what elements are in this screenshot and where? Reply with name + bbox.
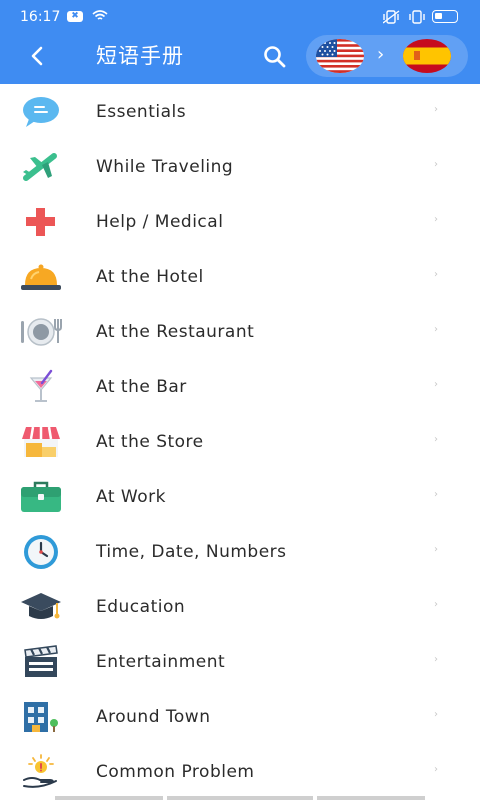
briefcase-icon xyxy=(21,481,61,512)
list-item-label: At Work xyxy=(96,487,166,507)
list-item-label: Entertainment xyxy=(96,652,226,672)
clapperboard-icon xyxy=(24,645,58,677)
bottom-nav-indicator xyxy=(55,796,425,800)
language-switcher[interactable]: › xyxy=(306,35,468,77)
list-item-essentials[interactable]: Essentials › xyxy=(0,84,480,139)
battery-icon xyxy=(432,10,458,23)
list-item-label: Help / Medical xyxy=(96,212,224,232)
idea-hand-icon xyxy=(23,754,57,788)
list-item-label: At the Hotel xyxy=(96,267,204,287)
list-item-around-town[interactable]: Around Town › xyxy=(0,689,480,744)
chevron-right-icon: › xyxy=(434,654,438,665)
list-item-entertainment[interactable]: Entertainment › xyxy=(0,634,480,689)
list-item-label: While Traveling xyxy=(96,157,234,177)
wifi-icon xyxy=(92,10,108,20)
list-item-label: Education xyxy=(96,597,186,617)
app-header: 16:17 ✖ 短语手册 › xyxy=(0,0,480,84)
chevron-right-icon: › xyxy=(434,709,438,720)
list-item-label: At the Store xyxy=(96,432,204,452)
chevron-right-icon: › xyxy=(434,269,438,280)
search-icon[interactable] xyxy=(262,44,288,70)
chevron-right-icon: › xyxy=(434,379,438,390)
list-item-label: Essentials xyxy=(96,102,187,122)
us-flag-icon[interactable] xyxy=(316,39,364,73)
chevron-right-icon: › xyxy=(434,544,438,555)
page-title: 短语手册 xyxy=(96,44,184,68)
speech-bubble-icon xyxy=(23,97,59,127)
clock-icon xyxy=(24,535,58,569)
service-bell-icon xyxy=(21,264,61,290)
list-item-time-date-numbers[interactable]: Time, Date, Numbers › xyxy=(0,524,480,579)
storefront-icon xyxy=(22,426,60,457)
list-item-at-the-store[interactable]: At the Store › xyxy=(0,414,480,469)
list-item-label: Time, Date, Numbers xyxy=(96,542,287,562)
list-item-while-traveling[interactable]: While Traveling › xyxy=(0,139,480,194)
plate-cutlery-icon xyxy=(21,318,62,346)
chevron-right-icon: › xyxy=(434,489,438,500)
list-item-label: Common Problem xyxy=(96,762,255,782)
list-item-at-work[interactable]: At Work › xyxy=(0,469,480,524)
list-item-at-the-bar[interactable]: At the Bar › xyxy=(0,359,480,414)
back-arrow-icon[interactable] xyxy=(26,44,50,68)
graduation-cap-icon xyxy=(21,593,61,619)
list-item-label: Around Town xyxy=(96,707,211,727)
notification-icon: ✖ xyxy=(67,11,83,22)
list-item-label: At the Bar xyxy=(96,377,187,397)
status-time: 16:17 xyxy=(20,9,61,25)
status-bar: 16:17 ✖ xyxy=(0,0,480,34)
chevron-right-icon: › xyxy=(434,324,438,335)
list-item-common-problem[interactable]: Common Problem › xyxy=(0,744,480,799)
list-item-label: At the Restaurant xyxy=(96,322,255,342)
cocktail-icon xyxy=(29,369,53,402)
list-item-at-the-hotel[interactable]: At the Hotel › xyxy=(0,249,480,304)
building-icon xyxy=(24,702,58,732)
chevron-right-icon: › xyxy=(434,434,438,445)
vibrate-icon xyxy=(383,10,425,24)
airplane-icon xyxy=(23,153,57,181)
list-item-education[interactable]: Education › xyxy=(0,579,480,634)
list-item-help-medical[interactable]: Help / Medical › xyxy=(0,194,480,249)
medical-cross-icon xyxy=(26,208,55,236)
chevron-right-icon: › xyxy=(434,599,438,610)
list-item-at-the-restaurant[interactable]: At the Restaurant › xyxy=(0,304,480,359)
language-arrow: › xyxy=(377,44,385,65)
chevron-right-icon: › xyxy=(434,764,438,775)
chevron-right-icon: › xyxy=(434,214,438,225)
spain-flag-icon[interactable] xyxy=(403,39,451,73)
chevron-right-icon: › xyxy=(434,104,438,115)
chevron-right-icon: › xyxy=(434,159,438,170)
